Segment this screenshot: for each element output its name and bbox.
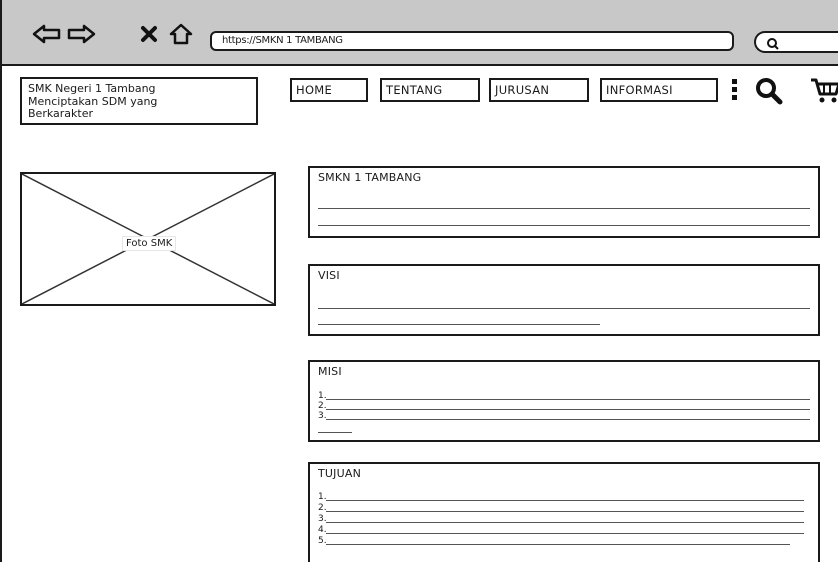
section-title: VISI [318, 269, 340, 282]
close-icon[interactable] [134, 22, 164, 46]
search-icon [767, 38, 779, 50]
section-tujuan: TUJUAN 1. 2. 3. 4. 5. [308, 462, 820, 562]
more-vertical-icon[interactable] [729, 78, 739, 102]
nav-home[interactable]: HOME [290, 78, 368, 102]
section-title: SMKN 1 TAMBANG [318, 171, 422, 184]
photo-label: Foto SMK [122, 236, 177, 251]
browser-search-box[interactable] [754, 31, 838, 53]
nav-jurusan[interactable]: JURUSAN [489, 78, 589, 102]
logo-line-1: SMK Negeri 1 Tambang [28, 82, 156, 95]
browser-toolbar: https://SMKN 1 TAMBANG [0, 0, 838, 66]
cart-icon[interactable] [810, 78, 838, 108]
logo-line-3: Berkarakter [28, 107, 93, 120]
back-arrow-icon[interactable] [32, 22, 62, 46]
nav-informasi[interactable]: INFORMASI [600, 78, 718, 102]
site-logo-text[interactable]: SMK Negeri 1 Tambang Menciptakan SDM yan… [20, 77, 258, 125]
section-visi: VISI [308, 264, 820, 336]
section-title: TUJUAN [318, 467, 362, 480]
search-icon[interactable] [754, 76, 784, 110]
home-icon[interactable] [166, 22, 196, 46]
section-school-name: SMKN 1 TAMBANG [308, 166, 820, 238]
section-misi: MISI 1. 2. 3. [308, 360, 820, 442]
page-content: SMK Negeri 1 Tambang Menciptakan SDM yan… [0, 66, 838, 562]
school-photo-placeholder: Foto SMK [20, 172, 276, 306]
address-bar[interactable]: https://SMKN 1 TAMBANG [210, 31, 734, 51]
forward-arrow-icon[interactable] [66, 22, 96, 46]
section-title: MISI [318, 365, 342, 378]
nav-tentang[interactable]: TENTANG [380, 78, 480, 102]
